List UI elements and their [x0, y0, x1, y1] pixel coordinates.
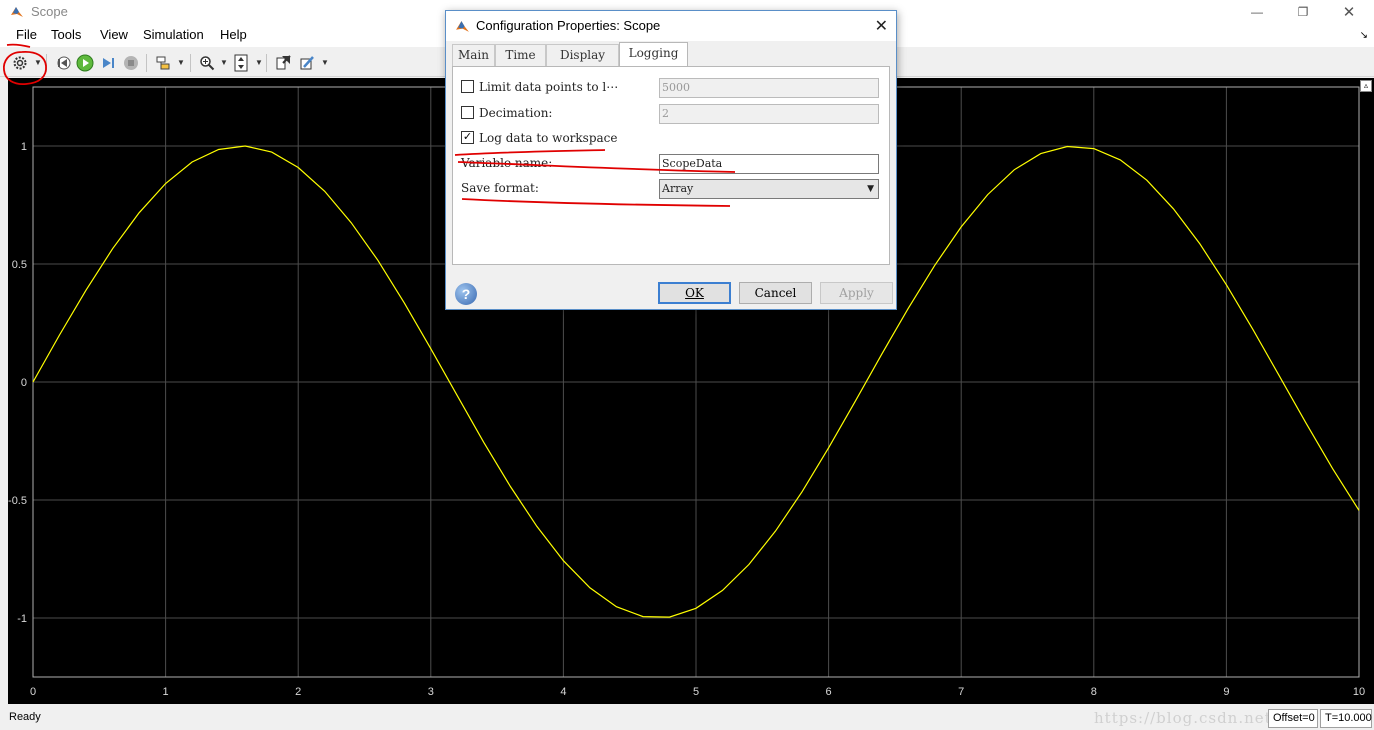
decimation-field[interactable]: 2: [659, 104, 879, 124]
minimize-button[interactable]: —: [1234, 0, 1280, 24]
menu-simulation[interactable]: Simulation: [143, 27, 204, 42]
minimize-icon: —: [1251, 5, 1263, 19]
x-tick-label: 6: [826, 686, 832, 698]
offset-readout: Offset=0: [1268, 709, 1318, 728]
limit-points-field[interactable]: 5000: [659, 78, 879, 98]
y-tick-label: 0: [21, 377, 27, 389]
step-forward-icon: [103, 58, 114, 68]
zoom-icon: [200, 56, 215, 71]
step-back-button[interactable]: [53, 53, 73, 73]
toolbar-separator: [190, 54, 191, 72]
maximize-button[interactable]: ❐: [1280, 0, 1326, 24]
x-tick-label: 9: [1223, 686, 1229, 698]
restore-layout-icon: [276, 55, 291, 70]
x-tick-label: 8: [1091, 686, 1097, 698]
tab-display[interactable]: Display: [546, 44, 619, 66]
x-tick-label: 7: [958, 686, 964, 698]
toolbar-separator: [146, 54, 147, 72]
run-button[interactable]: [75, 53, 95, 73]
variable-name-label: Variable name:: [461, 156, 553, 170]
log-data-label: Log data to workspace: [479, 131, 618, 145]
style-icon: [300, 56, 314, 70]
x-tick-label: 10: [1353, 686, 1365, 698]
menu-overflow-icon[interactable]: ↘: [1360, 30, 1368, 41]
x-tick-label: 1: [163, 686, 169, 698]
close-button[interactable]: ✕: [1326, 0, 1372, 24]
save-format-label: Save format:: [461, 181, 539, 195]
logging-panel: Limit data points to l⋯ 5000 Decimation:…: [452, 66, 890, 265]
toolbar-separator: [266, 54, 267, 72]
checkmark-icon: ✓: [462, 131, 473, 143]
settings-icon: [13, 56, 27, 70]
y-tick-label: 0.5: [12, 259, 27, 271]
ok-button[interactable]: OK: [658, 282, 731, 304]
toolbar-separator: [46, 54, 47, 72]
configuration-dialog: Configuration Properties: Scope ✕ Main T…: [445, 10, 897, 310]
cancel-label: Cancel: [754, 286, 797, 300]
zoom-dropdown-icon[interactable]: ▼: [220, 58, 228, 67]
menu-view[interactable]: View: [100, 27, 128, 42]
style-dropdown-icon[interactable]: ▼: [321, 58, 329, 67]
menu-file[interactable]: File: [16, 27, 37, 42]
highlight-block-button[interactable]: [153, 53, 173, 73]
limit-points-label: Limit data points to l⋯: [479, 80, 619, 94]
dialog-title: Configuration Properties: Scope: [476, 18, 661, 33]
style-button[interactable]: [297, 53, 317, 73]
window-title: Scope: [31, 4, 68, 19]
close-icon: ✕: [1342, 4, 1356, 21]
run-icon: [76, 54, 94, 72]
x-tick-label: 5: [693, 686, 699, 698]
apply-label: Apply: [839, 286, 874, 300]
decimation-label: Decimation:: [479, 106, 553, 120]
scale-axes-button[interactable]: [231, 53, 251, 73]
stop-icon: [124, 56, 138, 70]
tab-logging[interactable]: Logging: [619, 42, 688, 67]
zoom-button[interactable]: [197, 53, 217, 73]
matlab-logo-icon: [456, 21, 469, 32]
expand-icon[interactable]: ▵: [1360, 80, 1372, 92]
y-tick-label: 1: [21, 141, 27, 153]
settings-dropdown-icon[interactable]: ▼: [34, 58, 42, 67]
y-tick-label: -0.5: [8, 495, 27, 507]
help-icon[interactable]: ?: [455, 283, 477, 305]
watermark-text: https://blog.csdn.net/: [1094, 709, 1278, 727]
x-tick-label: 3: [428, 686, 434, 698]
save-format-value: Array: [662, 182, 694, 195]
status-bar: Ready https://blog.csdn.net/ Offset=0 T=…: [0, 706, 1374, 730]
x-tick-label: 4: [560, 686, 566, 698]
chevron-down-icon: ▼: [867, 184, 874, 194]
cancel-button[interactable]: Cancel: [739, 282, 812, 304]
scale-axes-icon: [234, 54, 248, 72]
status-text: Ready: [9, 711, 41, 723]
x-tick-label: 2: [295, 686, 301, 698]
variable-name-input[interactable]: ScopeData: [659, 154, 879, 174]
matlab-logo-icon: [11, 7, 23, 17]
highlight-block-icon: [156, 56, 170, 70]
x-tick-label: 0: [30, 686, 36, 698]
log-data-checkbox[interactable]: ✓: [461, 131, 474, 144]
menu-help[interactable]: Help: [220, 27, 247, 42]
time-readout: T=10.000: [1320, 709, 1372, 728]
tab-time[interactable]: Time: [495, 44, 546, 66]
step-back-icon: [57, 56, 71, 70]
apply-button[interactable]: Apply: [820, 282, 893, 304]
ok-label: OK: [685, 286, 704, 300]
restore-icon: ❐: [1297, 5, 1309, 19]
y-tick-label: -1: [17, 613, 27, 625]
stop-button[interactable]: [121, 53, 141, 73]
dialog-close-icon[interactable]: ✕: [875, 16, 888, 36]
dialog-title-bar: Configuration Properties: Scope ✕: [446, 11, 896, 41]
scale-dropdown-icon[interactable]: ▼: [255, 58, 263, 67]
save-format-dropdown[interactable]: Array ▼: [659, 179, 879, 199]
limit-points-checkbox[interactable]: [461, 80, 474, 93]
menu-tools[interactable]: Tools: [51, 27, 81, 42]
settings-button[interactable]: [10, 53, 30, 73]
decimation-checkbox[interactable]: [461, 106, 474, 119]
step-forward-button[interactable]: [98, 53, 118, 73]
tab-main[interactable]: Main: [452, 44, 495, 66]
highlight-dropdown-icon[interactable]: ▼: [177, 58, 185, 67]
restore-layout-button[interactable]: [273, 53, 293, 73]
